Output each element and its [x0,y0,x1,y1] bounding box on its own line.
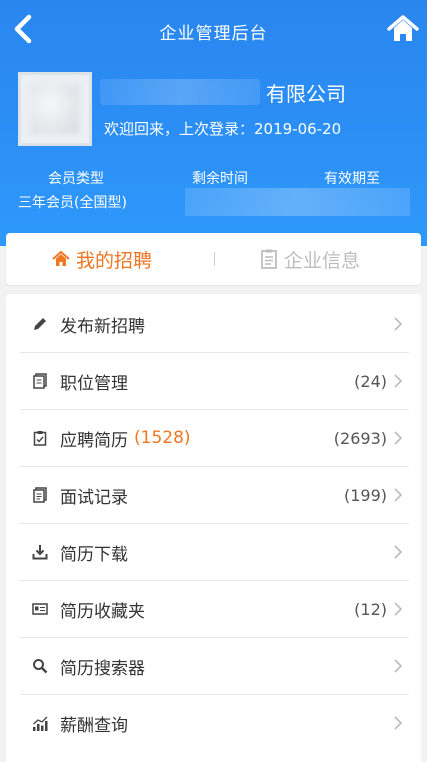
company-name-suffix: 有限公司 [266,81,346,106]
menu-item-applications[interactable]: 应聘简历 (1528) (2693) [20,410,409,467]
remaining-time-label: 剩余时间 [192,171,248,187]
membership-type-label: 会员类型 [48,171,104,187]
document-icon [260,249,278,269]
records-icon [32,487,48,503]
redacted-membership-info [185,188,410,216]
page-title: 企业管理后台 [159,24,268,44]
company-logo [18,72,92,146]
pencil-icon [32,316,48,332]
chevron-right-icon [394,317,403,331]
chevron-right-icon [394,488,403,502]
chevron-right-icon [394,602,403,616]
chevron-right-icon [394,431,403,445]
menu-item-post-job[interactable]: 发布新招聘 [20,296,409,353]
tab-my-recruitment[interactable]: 我的招聘 [52,233,152,285]
favorites-count: (12) [354,599,387,619]
menu-item-job-management[interactable]: 职位管理 (24) [20,353,409,410]
top-bar: 企业管理后台 [0,0,427,58]
clipboard-icon [32,430,48,446]
redacted-company-name [100,79,260,105]
total-applications-count: (2693) [333,428,387,448]
valid-until-label: 有效期至 [324,171,380,187]
chevron-right-icon [394,716,403,730]
company-info: 有限公司 欢迎回来，上次登录：2019-06-20 [0,58,427,160]
menu-item-resume-favorites[interactable]: 简历收藏夹 (12) [20,581,409,638]
search-icon [32,658,48,674]
card-icon [32,601,48,617]
menu-item-resume-download[interactable]: 简历下载 [20,524,409,581]
menu-item-resume-search[interactable]: 简历搜索器 [20,638,409,695]
new-applications-count: (1528) [134,428,191,448]
home-icon [387,15,419,41]
membership-type-value: 三年会员(全国型) [18,195,127,211]
membership-header: 会员类型 剩余时间 有效期至 [0,160,427,188]
home-icon [52,251,70,267]
menu-list: 发布新招聘 职位管理 (24) 应聘简历 (1528) (2693) 面试记录 … [6,294,421,762]
job-count: (24) [354,371,387,391]
membership-values: 三年会员(全国型) [0,188,427,218]
home-button[interactable] [387,14,419,44]
bar-chart-icon [32,716,48,732]
interview-count: (199) [343,485,387,505]
company-name: 有限公司 [100,78,346,106]
tab-divider [214,252,215,266]
menu-item-salary-query[interactable]: 薪酬查询 [20,695,409,752]
tab-company-info[interactable]: 企业信息 [260,233,360,285]
tab-bar: 我的招聘 企业信息 [6,233,421,285]
chevron-right-icon [394,374,403,388]
chevron-right-icon [394,545,403,559]
tab-my-recruitment-label: 我的招聘 [76,249,153,272]
documents-icon [32,373,48,389]
chevron-right-icon [394,659,403,673]
tab-company-info-label: 企业信息 [284,249,361,272]
menu-item-interview-records[interactable]: 面试记录 (199) [20,467,409,524]
download-icon [32,544,48,560]
header: 企业管理后台 有限公司 欢迎回来，上次登录：2019-06-20 会员类型 剩余… [0,0,427,246]
welcome-text: 欢迎回来，上次登录：2019-06-20 [104,120,342,138]
